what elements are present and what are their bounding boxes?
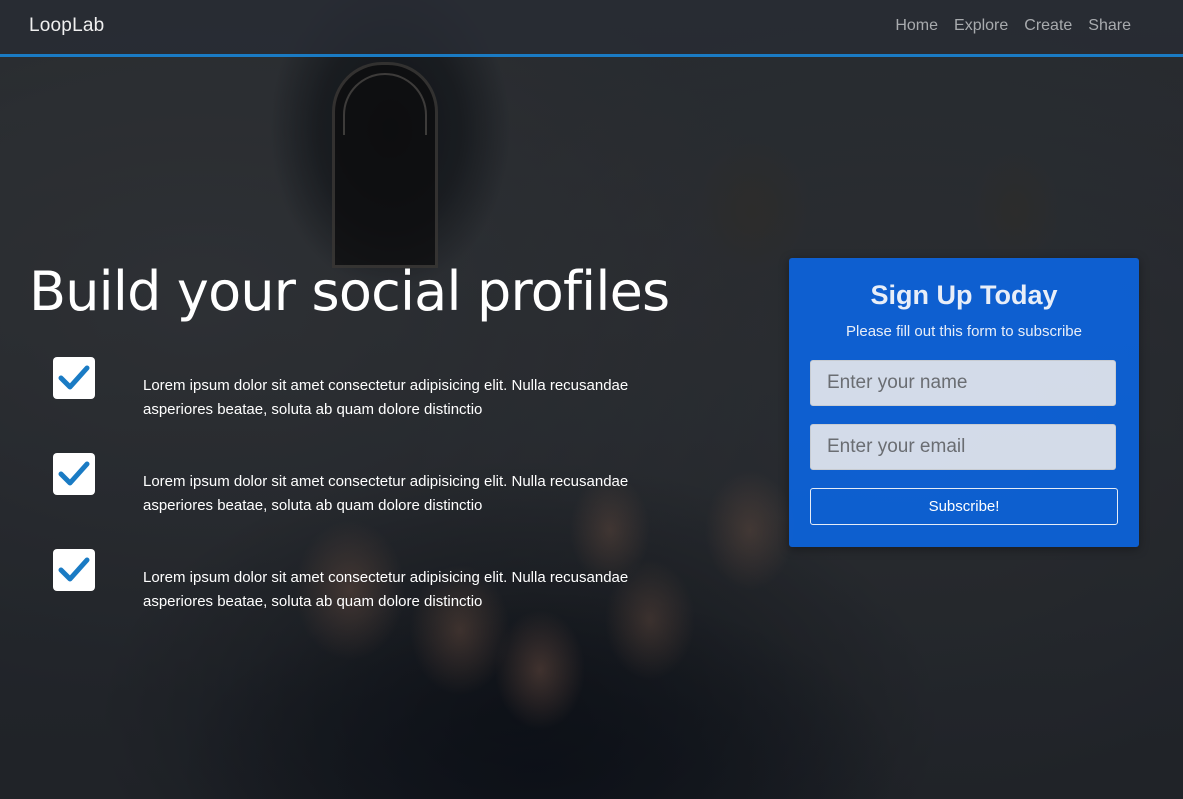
- feature-item: Lorem ipsum dolor sit amet consectetur a…: [53, 549, 693, 645]
- nav-links: Home Explore Create Share: [895, 17, 1131, 35]
- feature-text: Lorem ipsum dolor sit amet consectetur a…: [143, 377, 629, 418]
- email-input[interactable]: [810, 424, 1116, 470]
- subscribe-button[interactable]: Subscribe!: [810, 488, 1118, 525]
- nav-link-create[interactable]: Create: [1024, 17, 1072, 35]
- check-icon: [53, 357, 95, 399]
- signup-title: Sign Up Today: [870, 280, 1058, 310]
- hero-title: Build your social profiles: [29, 260, 670, 323]
- nav-link-share[interactable]: Share: [1088, 17, 1131, 35]
- nav-link-home[interactable]: Home: [895, 17, 938, 35]
- background-window: [332, 62, 438, 268]
- nav-link-explore[interactable]: Explore: [954, 17, 1008, 35]
- check-icon: [53, 453, 95, 495]
- navbar: LoopLab Home Explore Create Share: [0, 0, 1183, 57]
- signup-subtitle: Please fill out this form to subscribe: [846, 323, 1082, 340]
- name-input[interactable]: [810, 360, 1116, 406]
- feature-list: Lorem ipsum dolor sit amet consectetur a…: [53, 357, 693, 645]
- brand-logo[interactable]: LoopLab: [29, 15, 104, 37]
- signup-card: Sign Up Today Please fill out this form …: [789, 258, 1139, 547]
- feature-item: Lorem ipsum dolor sit amet consectetur a…: [53, 453, 693, 549]
- feature-text: Lorem ipsum dolor sit amet consectetur a…: [143, 569, 629, 610]
- feature-item: Lorem ipsum dolor sit amet consectetur a…: [53, 357, 693, 453]
- feature-text: Lorem ipsum dolor sit amet consectetur a…: [143, 473, 629, 514]
- landing-page: LoopLab Home Explore Create Share Build …: [0, 0, 1183, 799]
- check-icon: [53, 549, 95, 591]
